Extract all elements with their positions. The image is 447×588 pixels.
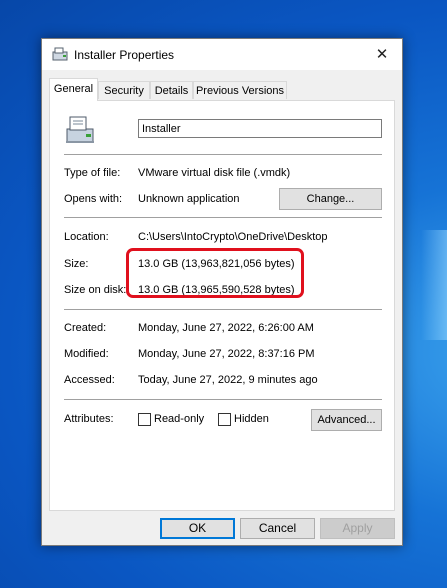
readonly-checkbox[interactable] xyxy=(138,413,151,426)
size-highlight-annotation xyxy=(126,248,304,298)
installer-file-icon xyxy=(64,113,98,145)
location-label: Location: xyxy=(64,231,109,243)
created-label: Created: xyxy=(64,322,107,334)
tab-security[interactable]: Security xyxy=(98,81,150,99)
advanced-button[interactable]: Advanced... xyxy=(311,409,382,431)
size-label: Size: xyxy=(64,258,89,270)
modified-label: Modified: xyxy=(64,348,109,360)
cancel-button[interactable]: Cancel xyxy=(240,518,315,539)
hidden-label: Hidden xyxy=(234,413,269,425)
modified-value: Monday, June 27, 2022, 8:37:16 PM xyxy=(138,348,315,360)
divider xyxy=(64,154,382,155)
window-title: Installer Properties xyxy=(74,48,175,62)
type-label: Type of file: xyxy=(64,167,121,179)
title-bar[interactable]: Installer Properties ✕ xyxy=(42,39,402,70)
ok-button[interactable]: OK xyxy=(160,518,235,539)
tab-previous-versions[interactable]: Previous Versions xyxy=(193,81,287,99)
file-name-input[interactable] xyxy=(138,119,382,138)
tab-general[interactable]: General xyxy=(49,78,98,101)
divider xyxy=(64,399,382,400)
type-value: VMware virtual disk file (.vmdk) xyxy=(138,167,291,179)
general-panel: Type of file: VMware virtual disk file (… xyxy=(49,100,395,511)
apply-button[interactable]: Apply xyxy=(320,518,395,539)
size-on-disk-label: Size on disk: xyxy=(64,284,127,296)
divider xyxy=(64,309,382,310)
opens-with-label: Opens with: xyxy=(64,193,123,205)
hidden-checkbox[interactable] xyxy=(218,413,231,426)
created-value: Monday, June 27, 2022, 6:26:00 AM xyxy=(138,322,314,334)
file-properties-icon xyxy=(52,47,68,61)
divider xyxy=(64,217,382,218)
close-icon[interactable]: ✕ xyxy=(362,39,402,70)
accessed-value: Today, June 27, 2022, 9 minutes ago xyxy=(138,374,318,386)
tab-details[interactable]: Details xyxy=(150,81,193,99)
attributes-label: Attributes: xyxy=(64,413,114,425)
location-value: C:\Users\IntoCrypto\OneDrive\Desktop xyxy=(138,231,328,243)
change-button[interactable]: Change... xyxy=(279,188,382,210)
accessed-label: Accessed: xyxy=(64,374,115,386)
opens-with-value: Unknown application xyxy=(138,193,240,205)
readonly-label: Read-only xyxy=(154,413,205,425)
desktop-light-streak xyxy=(421,230,447,340)
